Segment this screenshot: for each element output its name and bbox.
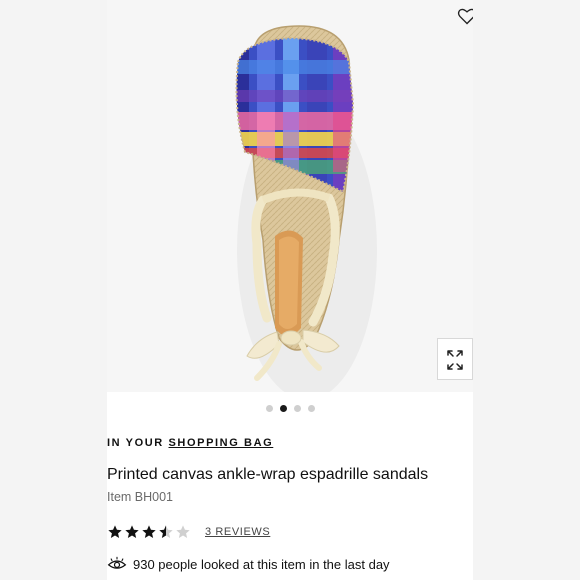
star-filled-icon <box>108 525 122 538</box>
reviews-link[interactable]: 3 REVIEWS <box>205 526 270 538</box>
eye-icon <box>107 556 127 569</box>
star-filled-icon <box>125 525 139 538</box>
star-filled-icon <box>142 525 156 538</box>
shopping-bag-prefix: IN YOUR <box>107 437 164 449</box>
gallery-dot-1[interactable] <box>265 405 273 412</box>
star-empty-icon <box>176 525 190 538</box>
gallery-dot-3[interactable] <box>293 405 301 412</box>
product-image <box>235 25 377 392</box>
viewers-text: 930 people looked at this item in the la… <box>133 556 390 572</box>
shopping-bag-link[interactable]: SHOPPING BAG <box>169 437 274 449</box>
wishlist-heart-icon[interactable] <box>457 6 473 26</box>
gallery-pagination <box>107 405 473 415</box>
product-rating: 3 REVIEWS <box>107 522 270 542</box>
gallery-dot-2[interactable] <box>279 405 287 412</box>
product-title: Printed canvas ankle-wrap espadrille san… <box>107 466 429 483</box>
expand-image-button[interactable] <box>437 338 473 380</box>
product-image-gallery[interactable] <box>107 0 473 392</box>
star-half-icon <box>159 525 173 538</box>
recent-viewers-notice: 930 people looked at this item in the la… <box>107 556 390 572</box>
item-number: Item BH001 <box>107 490 174 504</box>
rating-stars <box>107 524 191 540</box>
expand-arrows-icon <box>447 350 463 370</box>
in-shopping-bag-notice: IN YOUR SHOPPING BAG <box>107 437 273 449</box>
gallery-dot-4[interactable] <box>307 405 315 412</box>
product-page: IN YOUR SHOPPING BAG Printed canvas ankl… <box>107 0 473 580</box>
